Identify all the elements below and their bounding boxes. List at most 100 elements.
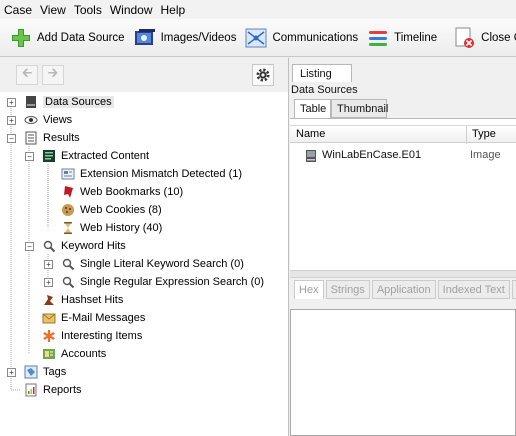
back-arrow-icon[interactable]: 🡰 bbox=[16, 65, 38, 85]
panel-splitter[interactable] bbox=[290, 270, 516, 278]
tree-item-email-messages[interactable]: E-Mail Messages bbox=[41, 309, 145, 327]
tree-item-extension-mismatch[interactable]: Extension Mismatch Detected (1) bbox=[60, 165, 242, 183]
menu-case[interactable]: Case bbox=[4, 3, 32, 17]
toolbar: Add Data Source Images/Videos Communicat… bbox=[0, 19, 516, 57]
tree-item-results[interactable]: Results bbox=[23, 129, 80, 147]
close-case-icon bbox=[454, 27, 476, 49]
accounts-icon bbox=[41, 346, 57, 362]
expand-tags[interactable]: + bbox=[7, 368, 16, 377]
communications-button[interactable]: Communications bbox=[245, 23, 358, 53]
tab-strings[interactable]: Strings bbox=[325, 280, 370, 299]
communications-label: Communications bbox=[272, 31, 359, 44]
gear-icon[interactable] bbox=[252, 64, 274, 86]
tree-item-label: Single Literal Keyword Search (0) bbox=[80, 258, 244, 270]
magnifier-icon bbox=[41, 238, 57, 254]
expand-data-sources[interactable]: + bbox=[7, 98, 16, 107]
collapse-extracted-content[interactable]: − bbox=[25, 152, 34, 161]
tree-item-single-regex-search[interactable]: Single Regular Expression Search (0) bbox=[60, 273, 264, 291]
hourglass-icon bbox=[60, 220, 76, 236]
tree-item-label: Extracted Content bbox=[61, 150, 150, 162]
expand-single-regex[interactable]: + bbox=[44, 278, 53, 287]
tree-item-views[interactable]: Views bbox=[23, 111, 72, 129]
tree-item-hashset-hits[interactable]: Hashset Hits bbox=[41, 291, 123, 309]
directory-tree-panel: 🡰 🡲 + Data Sources + Views − Results − E… bbox=[0, 58, 289, 436]
tab-hex[interactable]: Hex bbox=[294, 280, 324, 299]
collapse-keyword-hits[interactable]: − bbox=[25, 242, 34, 251]
add-data-source-button[interactable]: Add Data Source bbox=[10, 23, 125, 53]
tree-item-label: Tags bbox=[43, 366, 67, 378]
tag-icon bbox=[23, 364, 39, 380]
tree-item-label: Web History (40) bbox=[80, 222, 163, 234]
tree-item-accounts[interactable]: Accounts bbox=[41, 345, 106, 363]
images-videos-label: Images/Videos bbox=[160, 31, 237, 44]
tree-item-keyword-hits[interactable]: Keyword Hits bbox=[41, 237, 126, 255]
tree-item-label: Extension Mismatch Detected (1) bbox=[80, 168, 243, 180]
tree-item-reports[interactable]: Reports bbox=[23, 381, 82, 399]
tree-item-label: Hashset Hits bbox=[61, 294, 124, 306]
envelope-icon bbox=[41, 310, 57, 326]
report-icon bbox=[23, 382, 39, 398]
tree-nav-bar: 🡰 🡲 bbox=[0, 58, 288, 92]
menu-help[interactable]: Help bbox=[161, 3, 186, 17]
tree-item-label: Accounts bbox=[61, 348, 107, 360]
tree-item-web-history[interactable]: Web History (40) bbox=[60, 219, 162, 237]
expand-single-literal[interactable]: + bbox=[44, 260, 53, 269]
tree-item-label: E-Mail Messages bbox=[61, 312, 146, 324]
tree-item-label: Interesting Items bbox=[61, 330, 143, 342]
magnifier-icon bbox=[60, 274, 76, 290]
results-icon bbox=[23, 130, 39, 146]
table-row[interactable]: WinLabEnCase.E01 Image bbox=[290, 147, 516, 165]
magnifier-icon bbox=[60, 256, 76, 272]
tree-item-data-sources[interactable]: Data Sources bbox=[23, 93, 114, 111]
tree-item-label: Single Regular Expression Search (0) bbox=[80, 276, 265, 288]
close-case-button[interactable]: Close Case bbox=[454, 23, 516, 53]
mismatch-icon bbox=[60, 166, 76, 182]
tree-item-label: Data Sources bbox=[43, 96, 114, 108]
cell-name: WinLabEnCase.E01 bbox=[322, 149, 422, 161]
plus-icon bbox=[10, 27, 32, 49]
images-videos-button[interactable]: Images/Videos bbox=[134, 23, 237, 53]
communications-icon bbox=[245, 27, 267, 49]
column-divider[interactable] bbox=[466, 126, 467, 144]
listing-breadcrumb: Data Sources bbox=[291, 84, 358, 96]
tab-table[interactable]: Table bbox=[294, 99, 331, 118]
menu-window[interactable]: Window bbox=[110, 3, 153, 17]
extracted-content-icon bbox=[41, 148, 57, 164]
menu-view[interactable]: View bbox=[40, 3, 66, 17]
collapse-results[interactable]: − bbox=[7, 134, 16, 143]
tab-listing[interactable]: Listing bbox=[292, 64, 352, 82]
disk-image-icon bbox=[303, 148, 319, 164]
tree-item-extracted-content[interactable]: Extracted Content bbox=[41, 147, 149, 165]
cell-type: Image bbox=[470, 149, 501, 161]
results-table: Name Type WinLabEnCase.E01 Image bbox=[290, 118, 516, 270]
tab-thumbnail[interactable]: Thumbnail bbox=[331, 99, 388, 118]
result-viewer-panel: Listing Data Sources Table Thumbnail Nam… bbox=[290, 58, 516, 436]
column-header-name[interactable]: Name bbox=[296, 128, 325, 140]
tree-item-label: Results bbox=[43, 132, 80, 144]
timeline-button[interactable]: Timeline bbox=[367, 23, 437, 53]
tree-item-web-cookies[interactable]: Web Cookies (8) bbox=[60, 201, 162, 219]
tab-application[interactable]: Application bbox=[371, 280, 436, 299]
tab-indexed-text[interactable]: Indexed Text bbox=[437, 280, 510, 299]
asterisk-icon bbox=[41, 328, 57, 344]
close-case-label: Close Case bbox=[481, 31, 516, 44]
menu-tools[interactable]: Tools bbox=[74, 3, 102, 17]
tree-item-label: Web Bookmarks (10) bbox=[80, 186, 184, 198]
tree-item-interesting-items[interactable]: Interesting Items bbox=[41, 327, 142, 345]
tree-item-single-literal-keyword-search[interactable]: Single Literal Keyword Search (0) bbox=[60, 255, 244, 273]
tree-item-tags[interactable]: Tags bbox=[23, 363, 66, 381]
images-videos-icon bbox=[134, 27, 156, 49]
tree-item-label: Views bbox=[43, 114, 73, 126]
cookie-icon bbox=[60, 202, 76, 218]
tree-item-label: Reports bbox=[43, 384, 82, 396]
content-viewer-area bbox=[290, 309, 516, 436]
content-viewer-tabs: Hex Strings Application Indexed Text M bbox=[290, 278, 516, 300]
expand-views[interactable]: + bbox=[7, 116, 16, 125]
hard-drive-icon bbox=[23, 94, 39, 110]
forward-arrow-icon[interactable]: 🡲 bbox=[42, 65, 64, 85]
tree-item-web-bookmarks[interactable]: Web Bookmarks (10) bbox=[60, 183, 183, 201]
eye-icon bbox=[23, 112, 39, 128]
column-header-type[interactable]: Type bbox=[472, 128, 496, 140]
add-data-source-label: Add Data Source bbox=[37, 31, 125, 44]
tab-more[interactable]: M bbox=[511, 280, 516, 299]
